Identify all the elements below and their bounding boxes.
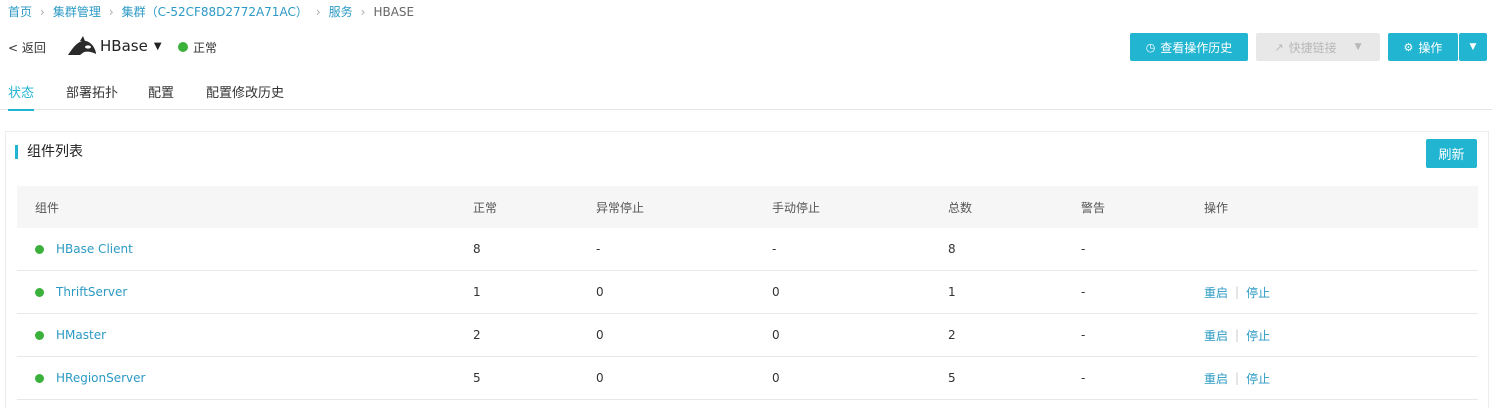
restart-button[interactable]: 重启	[1204, 370, 1228, 387]
total-count: 2	[948, 328, 956, 342]
total-count: 5	[948, 371, 956, 385]
row-actions: 重启 | 停止	[1204, 271, 1270, 313]
table-row: HBase Client 8 - - 8 -	[17, 228, 1478, 271]
action-divider: |	[1235, 371, 1240, 385]
column-header-total: 总数	[948, 200, 973, 215]
operations-dropdown-button[interactable]: ▼	[1459, 33, 1487, 61]
operations-label: 操作	[1418, 40, 1443, 55]
stop-button[interactable]: 停止	[1246, 370, 1270, 387]
status-dot-icon	[35, 330, 44, 340]
column-header-manual-stop: 手动停止	[772, 200, 821, 215]
column-header-component: 组件	[35, 200, 60, 215]
panel-title: 组件列表	[15, 145, 83, 159]
warning-count: -	[1081, 371, 1086, 385]
abnormal-stop-count: 0	[596, 328, 604, 342]
view-history-button[interactable]: ◷ 查看操作历史	[1130, 33, 1248, 61]
component-cell: HRegionServer	[35, 357, 145, 399]
tab-config[interactable]: 配置	[148, 82, 174, 109]
warning-count: -	[1081, 242, 1086, 256]
abnormal-stop-count: 0	[596, 371, 604, 385]
status-dot-icon	[178, 42, 188, 52]
stop-button[interactable]: 停止	[1246, 327, 1270, 344]
chevron-down-icon: ▼	[153, 40, 162, 52]
column-header-actions: 操作	[1204, 200, 1229, 215]
component-cell: HMaster	[35, 314, 106, 356]
clock-icon: ◷	[1145, 40, 1156, 54]
warning-count: -	[1081, 285, 1086, 299]
action-divider: |	[1235, 285, 1240, 299]
status-dot-icon	[35, 287, 44, 297]
table-row: ThriftServer 1 0 0 1 - 重启 | 停止	[17, 271, 1478, 314]
breadcrumb-services[interactable]: 服务	[329, 3, 353, 20]
restart-button[interactable]: 重启	[1204, 284, 1228, 301]
component-link[interactable]: HRegionServer	[56, 371, 145, 385]
tab-bar: 状态 部署拓扑 配置 配置修改历史	[0, 80, 1492, 111]
breadcrumb-separator: ›	[40, 4, 45, 19]
component-link[interactable]: HBase Client	[56, 242, 133, 256]
breadcrumb: 首页 › 集群管理 › 集群（C-52CF88D2772A71AC） › 服务 …	[8, 3, 414, 20]
breadcrumb-separator: ›	[108, 4, 114, 19]
view-history-label: 查看操作历史	[1160, 40, 1233, 55]
table-row: HRegionServer 5 0 0 5 - 重启 | 停止	[17, 357, 1478, 400]
component-link[interactable]: ThriftServer	[56, 285, 127, 299]
breadcrumb-cluster-management[interactable]: 集群管理	[53, 3, 101, 20]
chevron-down-icon: ▼	[1469, 42, 1477, 52]
breadcrumb-separator: ›	[360, 4, 366, 19]
abnormal-stop-count: -	[596, 242, 601, 256]
row-actions: 重启 | 停止	[1204, 357, 1270, 399]
column-header-normal: 正常	[473, 200, 498, 215]
manual-stop-count: 0	[772, 328, 780, 342]
chevron-down-icon: ▼	[1354, 42, 1362, 52]
table-row: HMaster 2 0 0 2 - 重启 | 停止	[17, 314, 1478, 357]
service-name: HBase	[100, 37, 148, 55]
stop-button[interactable]: 停止	[1246, 284, 1270, 301]
quick-links-label: 快捷链接	[1288, 40, 1337, 55]
component-link[interactable]: HMaster	[56, 328, 106, 342]
component-cell: ThriftServer	[35, 271, 127, 313]
row-actions: 重启 | 停止	[1204, 314, 1270, 356]
total-count: 8	[948, 242, 956, 256]
column-header-abnormal-stop: 异常停止	[596, 200, 645, 215]
normal-count: 5	[473, 371, 481, 385]
breadcrumb-cluster[interactable]: 集群（C-52CF88D2772A71AC）	[122, 3, 308, 20]
manual-stop-count: 0	[772, 371, 780, 385]
service-status: 正常	[193, 41, 218, 55]
hbase-orca-icon	[68, 36, 96, 55]
column-header-warning: 警告	[1081, 200, 1106, 215]
service-selector[interactable]: HBase ▼	[100, 37, 162, 55]
action-divider: |	[1235, 328, 1240, 342]
quick-links-button[interactable]: ↗ 快捷链接 ▼	[1256, 33, 1380, 61]
breadcrumb-home[interactable]: 首页	[8, 3, 32, 20]
tab-deployment-topology[interactable]: 部署拓扑	[66, 82, 118, 109]
manual-stop-count: 0	[772, 285, 780, 299]
status-dot-icon	[35, 373, 44, 383]
total-count: 1	[948, 285, 956, 299]
breadcrumb-separator: ›	[315, 4, 321, 19]
wrench-icon: ⚙	[1403, 40, 1414, 54]
breadcrumb-current: HBASE	[373, 4, 415, 19]
manual-stop-count: -	[772, 242, 777, 256]
warning-count: -	[1081, 328, 1086, 342]
normal-count: 1	[473, 285, 481, 299]
abnormal-stop-count: 0	[596, 285, 604, 299]
normal-count: 2	[473, 328, 481, 342]
restart-button[interactable]: 重启	[1204, 327, 1228, 344]
normal-count: 8	[473, 242, 481, 256]
operations-button[interactable]: ⚙ 操作	[1388, 33, 1458, 61]
external-link-icon: ↗	[1274, 40, 1284, 54]
back-link[interactable]: < 返回	[8, 39, 46, 56]
refresh-button[interactable]: 刷新	[1426, 139, 1477, 168]
tab-status[interactable]: 状态	[8, 82, 35, 111]
status-dot-icon	[35, 244, 44, 254]
component-panel: 组件列表 刷新 组件 正常 异常停止 手动停止 总数 警告 操作 HBase C…	[5, 131, 1489, 408]
component-table: 组件 正常 异常停止 手动停止 总数 警告 操作 HBase Client 8 …	[17, 186, 1478, 400]
table-header: 组件 正常 异常停止 手动停止 总数 警告 操作	[17, 186, 1478, 228]
component-cell: HBase Client	[35, 228, 133, 270]
tab-config-history[interactable]: 配置修改历史	[206, 82, 284, 109]
